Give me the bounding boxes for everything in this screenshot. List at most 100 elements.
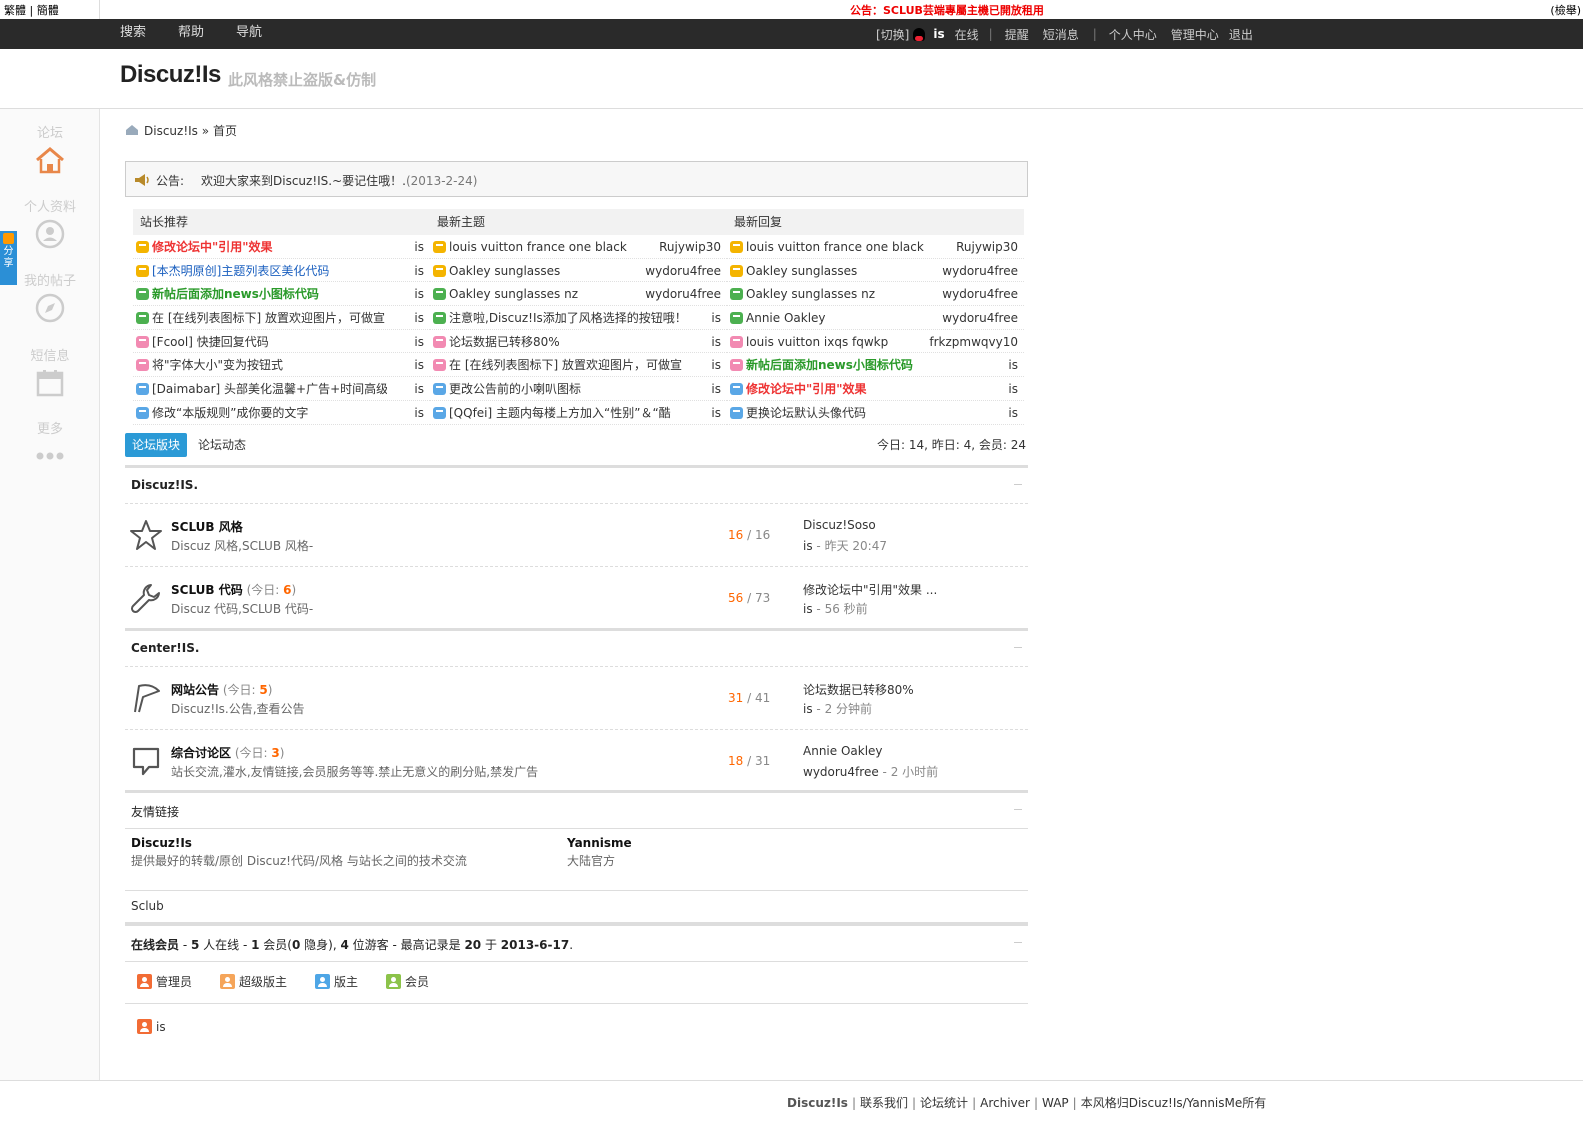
- thread-title-link[interactable]: louis vuitton france one black: [449, 235, 684, 259]
- last-post-user[interactable]: is: [803, 602, 813, 616]
- nav-reminders[interactable]: 提醒: [1005, 26, 1029, 43]
- thread-title-link[interactable]: 注意啦,Discuz!Is添加了风格选择的按钮哦！: [449, 306, 684, 330]
- breadcrumb-current[interactable]: 首页: [213, 124, 237, 138]
- online-status[interactable]: 在线: [955, 26, 979, 43]
- tab-forum-activity[interactable]: 论坛动态: [191, 433, 253, 457]
- thread-author-link[interactable]: is: [1008, 401, 1018, 425]
- friendlink-text-item[interactable]: Sclub: [131, 899, 164, 913]
- thread-author-link[interactable]: is: [414, 330, 424, 354]
- last-post-title[interactable]: 修改论坛中"引用"效果 ...: [803, 581, 937, 598]
- nav-messages[interactable]: 短消息: [1043, 26, 1079, 43]
- thread-title-link[interactable]: 更换论坛默认头像代码: [746, 401, 981, 425]
- sidebar-item-more[interactable]: 更多: [0, 418, 100, 476]
- site-logo[interactable]: Discuz!Is: [120, 61, 221, 89]
- nav-logout[interactable]: 退出: [1229, 26, 1253, 43]
- footer-link-copyright[interactable]: 本风格归Discuz!Is/YannisMe所有: [1081, 1096, 1267, 1110]
- friendlink-item[interactable]: Discuz!Is 提供最好的转载/原创 Discuz!代码/风格 与站长之间的技…: [131, 836, 467, 869]
- nav-user-center[interactable]: 个人中心: [1109, 26, 1157, 43]
- last-post-title[interactable]: 论坛数据已转移80%: [803, 681, 914, 698]
- footer-link-wap[interactable]: WAP: [1042, 1096, 1069, 1110]
- last-post-title[interactable]: Annie Oakley: [803, 744, 883, 758]
- thread-author-link[interactable]: is: [414, 259, 424, 283]
- thread-title-link[interactable]: 更改公告前的小喇叭图标: [449, 377, 684, 401]
- sidebar-item-messages[interactable]: 短信息: [0, 345, 100, 403]
- thread-title-link[interactable]: 论坛数据已转移80%: [449, 330, 684, 354]
- collapse-icon[interactable]: [1014, 647, 1022, 648]
- footer-link-stats[interactable]: 论坛统计: [920, 1096, 968, 1110]
- thread-author-link[interactable]: is: [414, 282, 424, 306]
- category-name[interactable]: Center!IS.: [131, 641, 199, 655]
- thread-author-link[interactable]: Rujywip30: [956, 235, 1018, 259]
- thread-author-link[interactable]: wydoru4free: [942, 306, 1018, 330]
- online-user[interactable]: is: [137, 1019, 166, 1034]
- forum-name[interactable]: 网站公告: [171, 683, 219, 697]
- thread-title-link[interactable]: [Daimabar] 头部美化温馨+广告+时间高级: [152, 377, 387, 401]
- footer-link-contact[interactable]: 联系我们: [860, 1096, 908, 1110]
- thread-author-link[interactable]: wydoru4free: [645, 282, 721, 306]
- last-post-user[interactable]: is: [803, 539, 813, 553]
- announcement-text[interactable]: 欢迎大家来到Discuz!IS.~要记住哦！.(2013-2-24): [201, 172, 477, 189]
- breadcrumb-site[interactable]: Discuz!Is: [144, 124, 198, 138]
- thread-title-link[interactable]: louis vuitton france one black: [746, 235, 981, 259]
- thread-author-link[interactable]: is: [414, 377, 424, 401]
- thread-author-link[interactable]: wydoru4free: [942, 259, 1018, 283]
- top-announcement[interactable]: 公告：SCLUB芸端專屬主機已開放租用: [850, 2, 1044, 18]
- collapse-icon[interactable]: [1014, 484, 1022, 485]
- online-user-name[interactable]: is: [156, 1020, 166, 1034]
- thread-title-link[interactable]: 在 [在线列表图标下] 放置欢迎图片，可做宣: [449, 353, 684, 377]
- last-post-user[interactable]: wydoru4free: [803, 765, 879, 779]
- thread-author-link[interactable]: is: [1008, 353, 1018, 377]
- forum-name[interactable]: 综合讨论区: [171, 746, 231, 760]
- footer-link-archiver[interactable]: Archiver: [980, 1096, 1030, 1110]
- thread-title-link[interactable]: 修改论坛中"引用"效果: [746, 377, 981, 401]
- announcement-message[interactable]: 欢迎大家来到Discuz!IS.~要记住哦！.: [201, 174, 406, 188]
- thread-author-link[interactable]: is: [414, 401, 424, 425]
- online-label[interactable]: 在线会员: [131, 938, 179, 952]
- nav-admin-center[interactable]: 管理中心: [1171, 26, 1219, 43]
- thread-author-link[interactable]: wydoru4free: [942, 282, 1018, 306]
- footer-brand[interactable]: Discuz!Is: [787, 1096, 848, 1110]
- collapse-icon[interactable]: [1014, 942, 1022, 943]
- collapse-icon[interactable]: [1014, 809, 1022, 810]
- nav-navigation[interactable]: 导航: [236, 19, 262, 49]
- thread-title-link[interactable]: 修改“本版规则”成你要的文字: [152, 401, 387, 425]
- username[interactable]: is: [933, 27, 944, 41]
- switch-status-link[interactable]: [切换]: [876, 26, 909, 43]
- thread-title-link[interactable]: 新帖后面添加news小图标代码: [152, 282, 387, 306]
- thread-author-link[interactable]: is: [711, 306, 721, 330]
- thread-author-link[interactable]: is: [1008, 377, 1018, 401]
- thread-author-link[interactable]: wydoru4free: [645, 259, 721, 283]
- thread-author-link[interactable]: is: [711, 377, 721, 401]
- friendlink-item[interactable]: Yannisme 大陆官方: [567, 836, 632, 869]
- forum-name[interactable]: SCLUB 风格: [171, 520, 243, 534]
- thread-title-link[interactable]: 修改论坛中"引用"效果: [152, 235, 387, 259]
- last-post-user[interactable]: is: [803, 702, 813, 716]
- thread-title-link[interactable]: [QQfei] 主题内每楼上方加入“性别”＆“酷: [449, 401, 684, 425]
- thread-title-link[interactable]: 新帖后面添加news小图标代码: [746, 353, 981, 377]
- thread-author-link[interactable]: is: [711, 401, 721, 425]
- friendlink-name[interactable]: Yannisme: [567, 836, 632, 850]
- thread-title-link[interactable]: 将"字体大小"变为按钮式: [152, 353, 387, 377]
- thread-title-link[interactable]: [Fcool] 快捷回复代码: [152, 330, 387, 354]
- report-link[interactable]: (檢舉): [1550, 2, 1581, 18]
- thread-author-link[interactable]: is: [711, 353, 721, 377]
- forum-name[interactable]: SCLUB 代码: [171, 583, 243, 597]
- nav-help[interactable]: 帮助: [178, 19, 204, 49]
- thread-title-link[interactable]: 在 [在线列表图标下] 放置欢迎图片，可做宣: [152, 306, 387, 330]
- tab-forum-boards[interactable]: 论坛版块: [125, 433, 188, 457]
- language-switch[interactable]: 繁體 | 簡體: [0, 0, 100, 19]
- nav-search[interactable]: 搜索: [120, 19, 146, 49]
- last-post-title[interactable]: Discuz!Soso: [803, 518, 876, 532]
- thread-title-link[interactable]: [本杰明原创]主题列表区美化代码: [152, 259, 387, 283]
- thread-author-link[interactable]: is: [414, 353, 424, 377]
- home-icon[interactable]: [125, 124, 139, 136]
- thread-author-link[interactable]: is: [414, 306, 424, 330]
- thread-author-link[interactable]: is: [711, 330, 721, 354]
- thread-author-link[interactable]: is: [414, 235, 424, 259]
- category-name[interactable]: Discuz!IS.: [131, 478, 198, 492]
- thread-author-link[interactable]: frkzpmwqvy10: [929, 330, 1018, 354]
- friendlink-name[interactable]: Discuz!Is: [131, 836, 192, 850]
- share-tab[interactable]: 分享: [0, 231, 17, 285]
- sidebar-item-forum[interactable]: 论坛: [0, 122, 100, 180]
- thread-author-link[interactable]: Rujywip30: [659, 235, 721, 259]
